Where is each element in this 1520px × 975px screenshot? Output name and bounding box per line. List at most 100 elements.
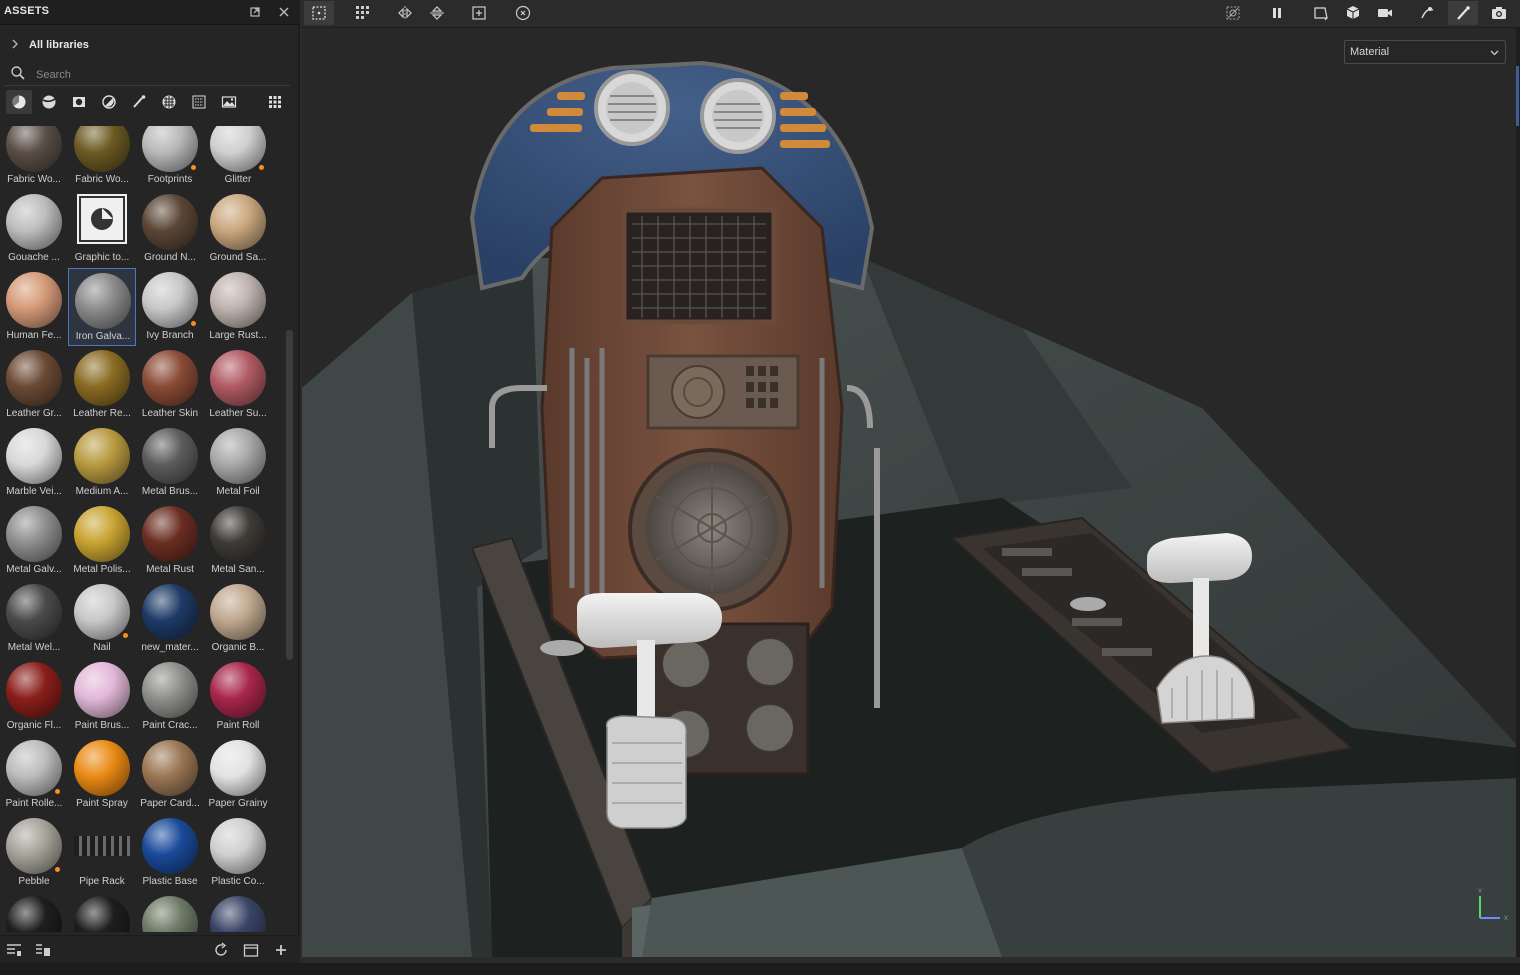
environment-image-icon[interactable]: [216, 90, 242, 114]
material-thumbnail[interactable]: Glitter: [204, 126, 272, 190]
undock-icon[interactable]: [246, 3, 264, 21]
material-thumbnail[interactable]: Paper Card...: [136, 736, 204, 814]
material-thumbnail[interactable]: Metal Rust: [136, 502, 204, 580]
paint-brush-icon[interactable]: [1448, 1, 1478, 25]
material-thumbnail[interactable]: Leather Gr...: [0, 346, 68, 424]
3d-view-icon[interactable]: [1338, 1, 1368, 25]
material-sphere-icon[interactable]: [6, 90, 32, 114]
search-input[interactable]: [34, 65, 288, 85]
material-label: Pebble: [18, 876, 50, 887]
material-thumbnail[interactable]: Paint Brus...: [68, 658, 136, 736]
material-thumbnail[interactable]: Graphic to...: [68, 190, 136, 268]
material-thumbnail[interactable]: [136, 892, 204, 932]
material-thumbnail[interactable]: Gouache ...: [0, 190, 68, 268]
material-label: Paint Roll: [216, 720, 260, 731]
material-label: Footprints: [147, 174, 193, 185]
material-thumbnail[interactable]: Metal San...: [204, 502, 272, 580]
assets-footer: [0, 935, 300, 964]
material-preview-sphere: [77, 194, 127, 244]
breadcrumb-label[interactable]: All libraries: [29, 39, 89, 51]
material-thumbnail[interactable]: Marble Vei...: [0, 424, 68, 502]
procedural-pattern-icon[interactable]: [186, 90, 212, 114]
lighting-icon[interactable]: [1412, 1, 1442, 25]
display-mode-dropdown[interactable]: Material: [1344, 40, 1506, 64]
material-label: Leather Re...: [73, 408, 131, 419]
viewport-side-scrollbar[interactable]: [1516, 28, 1520, 957]
material-thumbnail[interactable]: Leather Su...: [204, 346, 272, 424]
material-preview-sphere: [74, 428, 130, 484]
filter-icon[interactable]: [96, 90, 122, 114]
chevron-right-icon[interactable]: [9, 37, 21, 51]
symmetry-icon[interactable]: [390, 1, 420, 25]
material-thumbnail[interactable]: Ivy Branch: [136, 268, 204, 346]
2d-view-icon[interactable]: [1306, 1, 1336, 25]
scrollbar-thumb[interactable]: [286, 330, 293, 660]
mirror-vertical-icon[interactable]: [422, 1, 452, 25]
material-thumbnail[interactable]: Paint Crac...: [136, 658, 204, 736]
material-thumbnail[interactable]: Metal Galv...: [0, 502, 68, 580]
material-thumbnail[interactable]: Ground Sa...: [204, 190, 272, 268]
selection-icon[interactable]: [304, 1, 334, 25]
material-label: Ground Sa...: [209, 252, 267, 263]
library-list-icon[interactable]: [5, 941, 23, 959]
material-thumbnail[interactable]: Fabric Wo...: [68, 126, 136, 190]
material-thumbnail[interactable]: [68, 892, 136, 932]
material-thumbnail[interactable]: Iron Galva...: [68, 268, 136, 346]
add-icon[interactable]: [272, 941, 290, 959]
material-thumbnail[interactable]: Paint Roll: [204, 658, 272, 736]
material-thumbnail[interactable]: Leather Re...: [68, 346, 136, 424]
screenshot-icon[interactable]: [1484, 1, 1514, 25]
material-preview-sphere: [210, 506, 266, 562]
material-thumbnail[interactable]: Leather Skin: [136, 346, 204, 424]
material-thumbnail[interactable]: Plastic Base: [136, 814, 204, 892]
material-thumbnail[interactable]: Paper Grainy: [204, 736, 272, 814]
material-thumbnail[interactable]: Medium A...: [68, 424, 136, 502]
side-scrollbar-thumb[interactable]: [1516, 66, 1519, 126]
material-thumbnail[interactable]: Metal Wel...: [0, 580, 68, 658]
breadcrumb[interactable]: All libraries: [0, 34, 300, 56]
material-thumbnail[interactable]: [0, 892, 68, 932]
material-thumbnail[interactable]: new_mater...: [136, 580, 204, 658]
texture-checker-icon[interactable]: [156, 90, 182, 114]
frame-selection-icon[interactable]: [464, 1, 494, 25]
material-thumbnail[interactable]: Large Rust...: [204, 268, 272, 346]
smart-mask-icon[interactable]: [66, 90, 92, 114]
camera-icon[interactable]: [1370, 1, 1400, 25]
svg-text:X: X: [1504, 916, 1508, 922]
material-thumbnail[interactable]: Fabric Wo...: [0, 126, 68, 190]
material-thumbnail[interactable]: Organic B...: [204, 580, 272, 658]
material-thumbnail[interactable]: Pebble: [0, 814, 68, 892]
material-thumbnail[interactable]: Metal Foil: [204, 424, 272, 502]
material-thumbnail[interactable]: Metal Polis...: [68, 502, 136, 580]
material-thumbnail[interactable]: Paint Spray: [68, 736, 136, 814]
3d-viewport[interactable]: [302, 28, 1520, 957]
uv-tiles-icon[interactable]: [348, 1, 378, 25]
material-thumbnail[interactable]: Nail: [68, 580, 136, 658]
material-thumbnail[interactable]: [204, 892, 272, 932]
material-thumbnail[interactable]: Metal Brus...: [136, 424, 204, 502]
reset-camera-icon[interactable]: [508, 1, 538, 25]
material-preview-sphere: [74, 506, 130, 562]
material-thumbnail[interactable]: Footprints: [136, 126, 204, 190]
brush-icon[interactable]: [126, 90, 152, 114]
material-thumbnail[interactable]: Plastic Co...: [204, 814, 272, 892]
pause-icon[interactable]: [1262, 1, 1292, 25]
smart-material-icon[interactable]: [36, 90, 62, 114]
assets-panel: ASSETS All libraries Search Fabric Wo...…: [0, 0, 300, 975]
cockpit-model-render[interactable]: [302, 28, 1520, 957]
material-thumbnail[interactable]: Organic Fl...: [0, 658, 68, 736]
grid-view-icon[interactable]: [262, 90, 288, 114]
material-label: Human Fe...: [6, 330, 62, 341]
new-folder-icon[interactable]: [242, 941, 260, 959]
hide-unselected-icon[interactable]: [1218, 1, 1248, 25]
close-icon[interactable]: [275, 3, 293, 21]
material-thumbnail[interactable]: Ground N...: [136, 190, 204, 268]
material-thumbnail[interactable]: Pipe Rack: [68, 814, 136, 892]
material-preview-sphere: [74, 896, 130, 932]
material-thumbnail[interactable]: Human Fe...: [0, 268, 68, 346]
material-preview-sphere: [142, 818, 198, 874]
material-thumbnail[interactable]: Paint Rolle...: [0, 736, 68, 814]
refresh-icon[interactable]: [212, 941, 230, 959]
material-preview-sphere: [210, 818, 266, 874]
import-icon[interactable]: [34, 941, 52, 959]
